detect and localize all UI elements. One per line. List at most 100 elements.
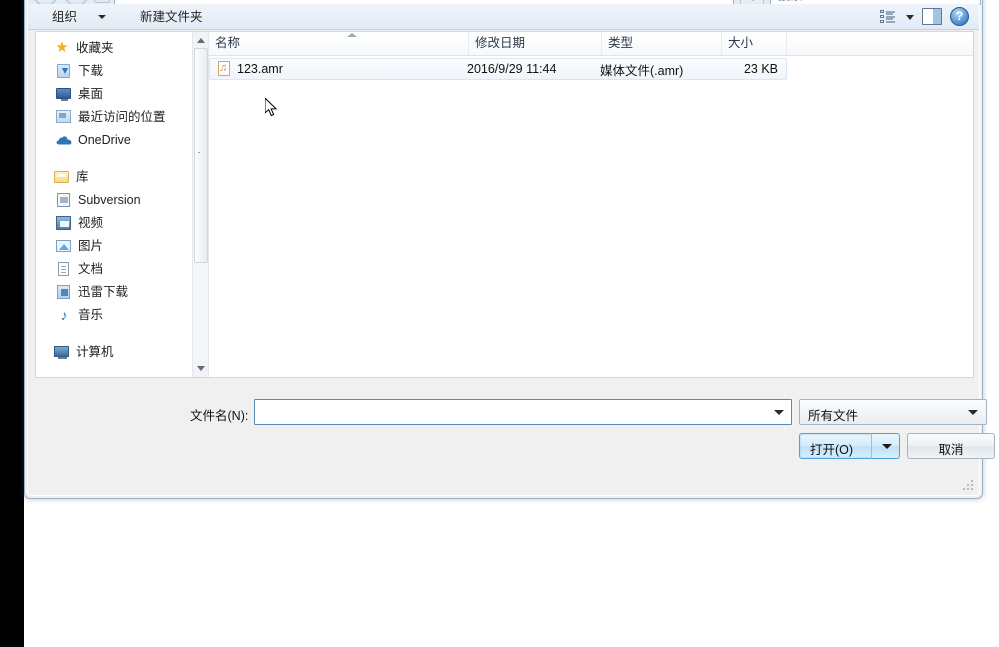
file-modified-date: 2016/9/29 11:44 xyxy=(467,62,557,76)
scrollbar-thumb[interactable] xyxy=(194,48,208,263)
folder-icon xyxy=(118,0,135,1)
column-header-row: 名称 修改日期 类型 大小 xyxy=(209,32,973,56)
sidebar-group-libraries[interactable]: 库 xyxy=(36,165,192,188)
desktop-icon xyxy=(56,86,72,102)
breadcrumb-item-upload[interactable]: upload xyxy=(398,0,444,3)
sidebar-group-computer[interactable]: 计算机 xyxy=(36,340,192,363)
file-type-selected-value: 所有文件 xyxy=(808,409,859,423)
file-type-select[interactable]: 所有文件 xyxy=(799,399,987,425)
search-icon xyxy=(971,0,972,1)
sidebar-item-downloads[interactable]: 下载 xyxy=(36,59,192,82)
filename-label: 文件名(N): xyxy=(190,409,249,423)
documents-icon xyxy=(56,261,72,277)
sidebar-item-label: 迅雷下载 xyxy=(78,284,129,299)
recent-places-icon xyxy=(56,109,72,125)
sidebar-item-label: 视频 xyxy=(78,215,104,230)
sidebar-item-label: 图片 xyxy=(78,238,104,253)
new-folder-button[interactable]: 新建文件夹 xyxy=(134,8,209,27)
sidebar-group-label: 计算机 xyxy=(76,344,114,359)
sidebar-item-videos[interactable]: 视频 xyxy=(36,211,192,234)
breadcrumb-item-qiniutest[interactable]: QiNiuTest xyxy=(329,0,391,3)
sidebar-item-pictures[interactable]: 图片 xyxy=(36,234,192,257)
file-type-chevron-down-icon xyxy=(968,410,978,415)
new-folder-label: 新建文件夹 xyxy=(140,10,203,24)
recent-pages-button[interactable] xyxy=(94,0,110,3)
sidebar-group-label: 收藏夹 xyxy=(76,40,114,55)
file-type: 媒体文件(.amr) xyxy=(600,63,684,78)
music-icon: ♪ xyxy=(60,306,68,323)
sidebar-item-onedrive[interactable]: OneDrive xyxy=(36,128,192,151)
cancel-button[interactable]: 取消 xyxy=(907,433,995,459)
dialog-inner: ▸ 计算机 ▸ 文档 (E:) ▸ MyProject ▸ QiNiuTest … xyxy=(27,0,995,496)
breadcrumb-item-myproject[interactable]: MyProject xyxy=(259,0,323,3)
breadcrumb-item-amr[interactable]: amr xyxy=(450,0,480,3)
column-header-size[interactable]: 大小 xyxy=(722,32,787,55)
xunlei-icon xyxy=(56,284,72,300)
mouse-cursor xyxy=(265,98,278,117)
view-mode-chevron-down-icon[interactable] xyxy=(906,15,914,20)
help-icon[interactable]: ? xyxy=(950,7,969,26)
column-header-modified[interactable]: 修改日期 xyxy=(469,32,602,55)
column-header-type[interactable]: 类型 xyxy=(602,32,722,55)
file-size: 23 KB xyxy=(743,62,778,76)
sidebar-item-documents[interactable]: 文档 xyxy=(36,257,192,280)
sidebar-item-desktop[interactable]: 桌面 xyxy=(36,82,192,105)
star-icon: ★ xyxy=(55,38,69,56)
organize-label: 组织 xyxy=(52,10,78,24)
scroll-up-button[interactable] xyxy=(193,32,208,48)
sidebar-group-favorites[interactable]: ★ 收藏夹 xyxy=(36,36,192,59)
audio-file-icon: ♫ xyxy=(216,61,232,77)
cancel-button-label: 取消 xyxy=(938,443,964,457)
sidebar-item-xunlei-downloads[interactable]: 迅雷下载 xyxy=(36,280,192,303)
filename-input[interactable] xyxy=(254,399,792,425)
open-split-button[interactable] xyxy=(871,433,900,459)
left-black-strip xyxy=(0,0,24,647)
filename-chevron-down-icon[interactable] xyxy=(774,410,784,415)
pictures-icon xyxy=(56,238,72,254)
view-mode-lines-icon xyxy=(886,11,895,23)
sidebar-list: ★ 收藏夹 下载 桌面 最近访问的位置 OneDrive 库 Subversio… xyxy=(36,36,192,363)
view-mode-icon[interactable] xyxy=(878,7,898,26)
sort-ascending-icon xyxy=(347,33,357,37)
video-icon xyxy=(56,215,72,231)
preview-pane-icon[interactable] xyxy=(922,8,942,25)
sidebar-item-recent-places[interactable]: 最近访问的位置 xyxy=(36,105,192,128)
sidebar-item-label: Subversion xyxy=(78,192,141,207)
dialog-body: ★ 收藏夹 下载 桌面 最近访问的位置 OneDrive 库 Subversio… xyxy=(35,31,974,378)
sidebar-group-label: 库 xyxy=(76,169,89,184)
breadcrumb-item-documents[interactable]: 文档 (E:) xyxy=(196,0,253,3)
scroll-down-button[interactable] xyxy=(193,361,208,377)
onedrive-icon xyxy=(56,132,72,148)
file-name: 123.amr xyxy=(237,62,283,76)
library-icon xyxy=(54,169,70,185)
scrollbar-grip xyxy=(198,151,206,160)
breadcrumb-item-computer[interactable]: 计算机 xyxy=(144,0,190,3)
sidebar-item-label: 最近访问的位置 xyxy=(78,109,166,124)
open-file-dialog: ▸ 计算机 ▸ 文档 (E:) ▸ MyProject ▸ QiNiuTest … xyxy=(24,0,995,499)
table-row[interactable]: ♫ 123.amr 2016/9/29 11:44 媒体文件(.amr) 23 … xyxy=(209,58,787,80)
column-header-name[interactable]: 名称 xyxy=(209,32,469,55)
open-chevron-down-icon xyxy=(882,444,892,449)
computer-icon xyxy=(54,344,70,360)
resize-grip[interactable] xyxy=(963,480,975,492)
sidebar-item-label: 下载 xyxy=(78,63,104,78)
sidebar-item-label: OneDrive xyxy=(78,132,131,147)
sidebar-item-music[interactable]: ♪ 音乐 xyxy=(36,303,192,326)
refresh-icon xyxy=(751,0,755,1)
downloads-icon xyxy=(56,63,72,79)
toolbar-right-group: ? xyxy=(878,7,969,26)
sidebar-scrollbar[interactable] xyxy=(192,32,208,377)
sidebar-item-label: 音乐 xyxy=(78,307,104,322)
navigation-pane: ★ 收藏夹 下载 桌面 最近访问的位置 OneDrive 库 Subversio… xyxy=(36,32,208,377)
open-button-label: 打开(O) xyxy=(810,443,854,457)
sidebar-item-label: 桌面 xyxy=(78,86,104,101)
subversion-icon xyxy=(56,192,72,208)
organize-button[interactable]: 组织 xyxy=(46,8,83,27)
file-list-pane: 名称 修改日期 类型 大小 ♫ 123.amr 2016/9/29 11:44 … xyxy=(208,32,973,377)
sidebar-item-subversion[interactable]: Subversion xyxy=(36,188,192,211)
screen: ▸ 计算机 ▸ 文档 (E:) ▸ MyProject ▸ QiNiuTest … xyxy=(0,0,999,647)
toolbar: 组织 新建文件夹 ? xyxy=(28,4,979,30)
organize-chevron-down-icon[interactable] xyxy=(98,15,106,19)
